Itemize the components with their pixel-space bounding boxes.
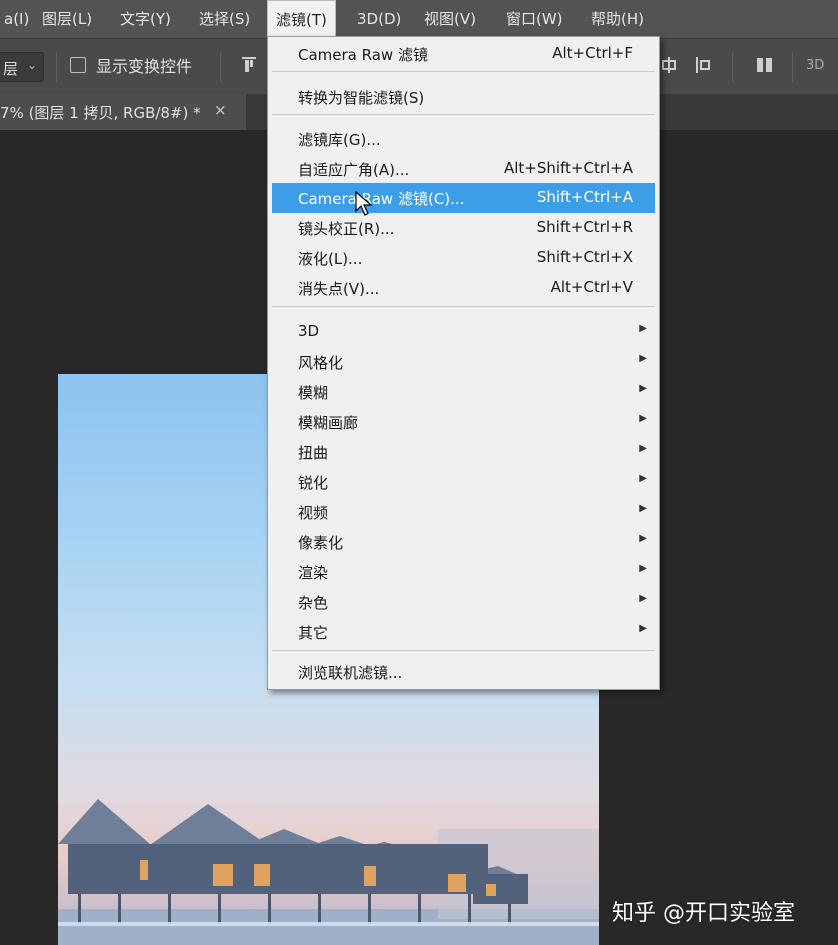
filter-menu: Camera Raw 滤镜 Alt+Ctrl+F 转换为智能滤镜(S) 滤镜库(… — [267, 36, 660, 690]
menu-item-camera-raw-filter[interactable]: Camera Raw 滤镜(C)... Shift+Ctrl+A — [272, 183, 655, 213]
menu-filter[interactable]: 滤镜(T) — [267, 0, 336, 38]
menu-item-liquify[interactable]: 液化(L)... Shift+Ctrl+X — [268, 243, 659, 273]
submenu-arrow-icon: ▶ — [639, 503, 647, 514]
menu-item-label: Camera Raw 滤镜(C)... — [298, 190, 465, 208]
submenu-arrow-icon: ▶ — [639, 533, 647, 544]
menu-item-label: 液化(L)... — [298, 250, 363, 268]
menu-separator — [272, 71, 655, 72]
menu-separator — [272, 650, 655, 651]
menu-item-last-filter[interactable]: Camera Raw 滤镜 Alt+Ctrl+F — [268, 39, 659, 69]
menu-item-convert-smart-filter[interactable]: 转换为智能滤镜(S) — [268, 82, 659, 112]
show-transform-label: 显示变换控件 — [96, 57, 193, 76]
submenu-stylize[interactable]: 风格化 ▶ — [268, 347, 659, 377]
menu-item-adaptive-wide-angle[interactable]: 自适应广角(A)... Alt+Shift+Ctrl+A — [268, 154, 659, 184]
submenu-arrow-icon: ▶ — [639, 383, 647, 394]
menu-item-filter-gallery[interactable]: 滤镜库(G)... — [268, 124, 659, 154]
distribute-center-icon[interactable] — [660, 56, 678, 78]
submenu-video[interactable]: 视频 ▶ — [268, 497, 659, 527]
menu-item-label: 消失点(V)... — [298, 280, 380, 298]
menu-item-vanishing-point[interactable]: 消失点(V)... Alt+Ctrl+V — [268, 273, 659, 303]
submenu-blur-gallery[interactable]: 模糊画廊 ▶ — [268, 407, 659, 437]
submenu-other[interactable]: 其它 ▶ — [268, 617, 659, 647]
submenu-distort[interactable]: 扭曲 ▶ — [268, 437, 659, 467]
menu-type[interactable]: 文字(Y) — [112, 0, 179, 38]
menu-item-shortcut: Alt+Ctrl+F — [552, 44, 633, 62]
menu-separator — [272, 114, 655, 115]
menu-item-label: 浏览联机滤镜... — [298, 664, 403, 682]
menu-item-lens-correction[interactable]: 镜头校正(R)... Shift+Ctrl+R — [268, 213, 659, 243]
menu-image[interactable]: a(I) — [0, 0, 37, 38]
menu-item-browse-filters-online[interactable]: 浏览联机滤镜... — [268, 657, 659, 687]
distribute-horizontal-icon[interactable] — [694, 56, 712, 78]
close-icon[interactable]: × — [214, 101, 227, 119]
submenu-render[interactable]: 渲染 ▶ — [268, 557, 659, 587]
menu-item-label: 模糊 — [298, 384, 329, 402]
toolbar-divider — [220, 52, 221, 82]
auto-select-value: 层 — [3, 60, 19, 78]
submenu-arrow-icon: ▶ — [639, 623, 647, 634]
submenu-3d[interactable]: 3D ▶ — [268, 317, 659, 347]
submenu-arrow-icon: ▶ — [639, 323, 647, 334]
menu-select[interactable]: 选择(S) — [191, 0, 258, 38]
menu-item-label: 杂色 — [298, 594, 329, 612]
submenu-sharpen[interactable]: 锐化 ▶ — [268, 467, 659, 497]
3d-mode-label: 3D — [806, 58, 825, 73]
menu-item-label: 扭曲 — [298, 444, 329, 462]
menu-item-label: 镜头校正(R)... — [298, 220, 395, 238]
menu-item-label: 滤镜库(G)... — [298, 131, 381, 149]
menu-window[interactable]: 窗口(W) — [498, 0, 571, 38]
menu-item-shortcut: Alt+Ctrl+V — [550, 278, 633, 296]
menu-item-label: 渲染 — [298, 564, 329, 582]
menu-item-shortcut: Shift+Ctrl+R — [536, 218, 633, 236]
menu-item-label: 锐化 — [298, 474, 329, 492]
toolbar-divider — [732, 52, 733, 82]
menu-item-label: 风格化 — [298, 354, 344, 372]
submenu-arrow-icon: ▶ — [639, 413, 647, 424]
menu-item-shortcut: Shift+Ctrl+X — [536, 248, 633, 266]
menu-item-label: Camera Raw 滤镜 — [298, 46, 428, 64]
auto-select-dropdown[interactable]: 层 ⌄ — [0, 52, 44, 82]
align-top-icon[interactable] — [240, 56, 258, 78]
mouse-cursor-icon — [355, 190, 375, 221]
chevron-down-icon: ⌄ — [26, 58, 37, 72]
submenu-noise[interactable]: 杂色 ▶ — [268, 587, 659, 617]
toolbar-divider — [792, 52, 793, 82]
show-transform-checkbox[interactable] — [70, 57, 86, 73]
menu-item-label: 视频 — [298, 504, 329, 522]
menu-layer[interactable]: 图层(L) — [34, 0, 100, 38]
submenu-arrow-icon: ▶ — [639, 563, 647, 574]
toolbar-divider — [56, 52, 57, 82]
menu-item-label: 3D — [298, 322, 320, 340]
menu-item-label: 模糊画廊 — [298, 414, 359, 432]
submenu-arrow-icon: ▶ — [639, 353, 647, 364]
menu-item-label: 自适应广角(A)... — [298, 161, 410, 179]
menu-item-shortcut: Shift+Ctrl+A — [536, 188, 633, 206]
watermark-text: 知乎 @开口实验室 — [612, 901, 795, 926]
menu-view[interactable]: 视图(V) — [416, 0, 484, 38]
document-tab-title: 7% (图层 1 拷贝, RGB/8#) * — [0, 104, 201, 122]
menu-separator — [272, 306, 655, 307]
auto-align-icon[interactable] — [756, 56, 774, 78]
submenu-arrow-icon: ▶ — [639, 473, 647, 484]
menu-bar: a(I) 图层(L) 文字(Y) 选择(S) 滤镜(T) 3D(D) 视图(V)… — [0, 0, 838, 38]
menu-item-shortcut: Alt+Shift+Ctrl+A — [503, 159, 633, 177]
submenu-blur[interactable]: 模糊 ▶ — [268, 377, 659, 407]
document-tab[interactable]: 7% (图层 1 拷贝, RGB/8#) * × — [0, 94, 246, 130]
menu-3d[interactable]: 3D(D) — [349, 0, 409, 38]
submenu-arrow-icon: ▶ — [639, 443, 647, 454]
menu-item-label: 像素化 — [298, 534, 344, 552]
submenu-arrow-icon: ▶ — [639, 593, 647, 604]
menu-item-label: 转换为智能滤镜(S) — [298, 89, 425, 107]
submenu-pixelate[interactable]: 像素化 ▶ — [268, 527, 659, 557]
menu-help[interactable]: 帮助(H) — [583, 0, 652, 38]
menu-item-label: 其它 — [298, 624, 329, 642]
